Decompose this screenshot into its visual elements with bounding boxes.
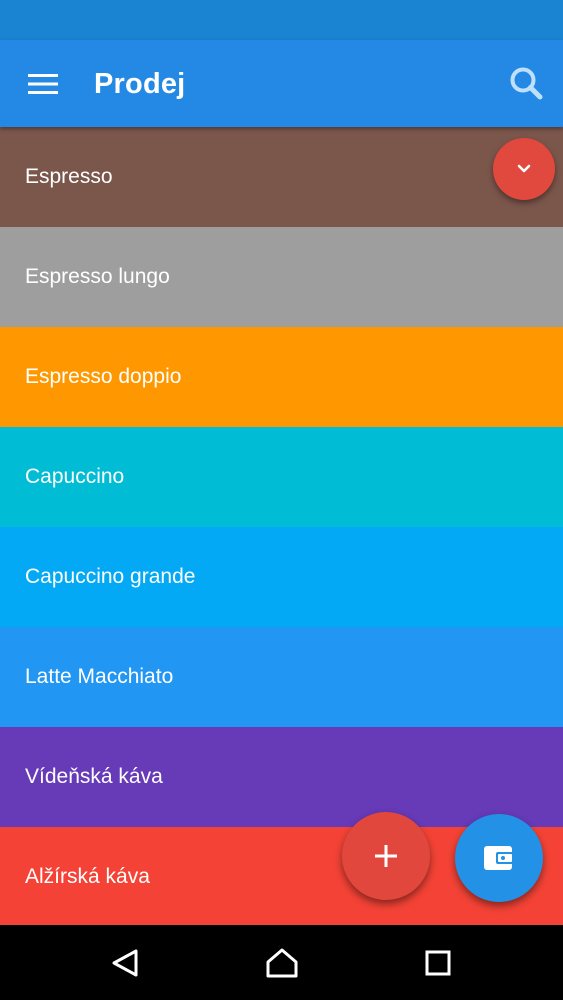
home-button[interactable] — [258, 939, 306, 987]
product-label: Vídeňská káva — [25, 765, 163, 788]
wallet-button[interactable] — [455, 814, 543, 902]
product-label: Espresso lungo — [25, 265, 170, 288]
product-label: Alžírská káva — [25, 865, 150, 888]
product-item-espresso-doppio[interactable]: Espresso doppio — [0, 327, 563, 427]
home-icon — [266, 948, 298, 978]
product-label: Latte Macchiato — [25, 665, 174, 688]
page-title: Prodej — [94, 68, 186, 100]
product-label: Espresso doppio — [25, 365, 182, 388]
product-label: Capuccino — [25, 465, 125, 488]
product-item-capuccino-grande[interactable]: Capuccino grande — [0, 527, 563, 627]
wallet-icon — [484, 846, 514, 870]
back-triangle-icon — [112, 949, 138, 977]
back-button[interactable] — [101, 939, 149, 987]
status-bar — [0, 0, 563, 40]
product-label: Capuccino grande — [25, 565, 196, 588]
product-list: Espresso Espresso lungo Espresso doppio … — [0, 127, 563, 925]
system-nav-bar — [0, 925, 563, 1000]
add-button[interactable] — [342, 812, 430, 900]
product-label: Espresso — [25, 165, 113, 188]
menu-button[interactable] — [20, 62, 66, 106]
product-item-latte-macchiato[interactable]: Latte Macchiato — [0, 627, 563, 727]
collapse-button[interactable] — [493, 138, 555, 200]
plus-icon — [375, 845, 397, 867]
product-item-capuccino[interactable]: Capuccino — [0, 427, 563, 527]
recents-square-icon — [425, 950, 451, 976]
recents-button[interactable] — [414, 939, 462, 987]
search-button[interactable] — [503, 60, 549, 106]
hamburger-menu-icon — [28, 74, 58, 94]
search-icon — [510, 67, 543, 100]
product-item-videnska-kava[interactable]: Vídeňská káva — [0, 727, 563, 827]
product-item-espresso-lungo[interactable]: Espresso lungo — [0, 227, 563, 327]
app-bar: Prodej — [0, 40, 563, 127]
chevron-down-icon — [517, 164, 531, 173]
product-item-espresso[interactable]: Espresso — [0, 127, 563, 227]
